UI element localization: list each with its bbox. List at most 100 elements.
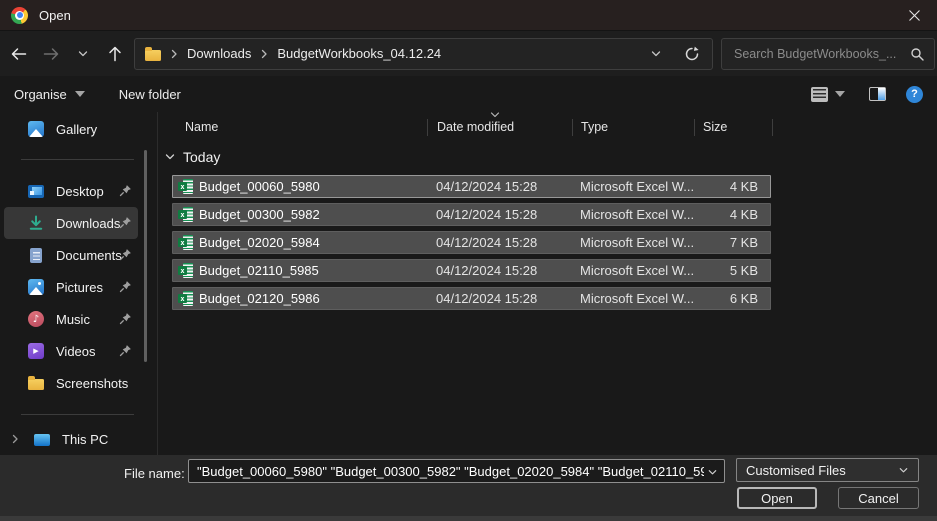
sidebar-item-pictures[interactable]: Pictures [4, 271, 138, 303]
search-input[interactable] [732, 46, 910, 62]
desktop-icon [28, 183, 44, 199]
navigation-bar: Downloads BudgetWorkbooks_04.12.24 [0, 30, 937, 76]
file-list: Name Date modified Type Size [158, 112, 937, 455]
sidebar-item-label: This PC [62, 432, 108, 447]
file-date-modified: 04/12/2024 15:28 [428, 235, 573, 250]
sidebar-item-screenshots[interactable]: Screenshots [4, 367, 138, 399]
file-name-cell: Budget_00300_5982 [173, 207, 428, 222]
open-file-dialog: Open Downloads BudgetWorkbooks_04 [0, 0, 937, 521]
search-icon[interactable] [910, 47, 924, 61]
sidebar-item-videos[interactable]: Videos [4, 335, 138, 367]
file-row[interactable]: Budget_00060_5980 04/12/2024 15:28 Micro… [172, 175, 771, 198]
close-button[interactable] [891, 0, 937, 30]
breadcrumb-controls [650, 46, 702, 62]
folder-icon [145, 50, 161, 61]
chevron-down-icon [898, 465, 909, 476]
file-name-dropdown-button[interactable] [707, 467, 718, 478]
organise-button[interactable]: Organise [14, 87, 85, 102]
downloads-icon [28, 215, 44, 231]
sidebar-item-label: Videos [56, 344, 96, 359]
file-name: Budget_00060_5980 [199, 179, 320, 194]
new-folder-button[interactable]: New folder [119, 87, 181, 102]
column-header-type[interactable]: Type [573, 112, 695, 142]
file-size: 4 KB [695, 179, 767, 194]
breadcrumb: Downloads BudgetWorkbooks_04.12.24 [134, 38, 713, 70]
toolbar-right [811, 86, 923, 103]
sidebar-item-gallery[interactable]: Gallery [4, 113, 138, 145]
sidebar-item-label: Screenshots [56, 376, 128, 391]
pin-icon [119, 312, 132, 325]
sidebar-item-desktop[interactable]: Desktop [4, 175, 138, 207]
list-view-icon [811, 87, 828, 102]
column-header-date-modified[interactable]: Date modified [428, 112, 573, 142]
up-arrow-icon [107, 45, 123, 63]
file-name: Budget_00300_5982 [199, 207, 320, 222]
footer-bar: File name: Customised Files Open Cancel [0, 455, 937, 521]
file-name-combobox [188, 459, 725, 483]
sidebar-item-label: Downloads [56, 216, 120, 231]
address-dropdown-button[interactable] [650, 48, 662, 60]
column-separator[interactable] [772, 119, 773, 136]
recent-locations-button[interactable] [70, 40, 96, 68]
file-size: 4 KB [695, 207, 767, 222]
breadcrumb-item-current-folder[interactable]: BudgetWorkbooks_04.12.24 [277, 46, 441, 61]
command-toolbar: Organise New folder [0, 76, 937, 112]
sidebar-item-downloads[interactable]: Downloads [4, 207, 138, 239]
sidebar-item-label: Music [56, 312, 90, 327]
dropdown-triangle-icon [75, 91, 85, 97]
sidebar-item-label: Pictures [56, 280, 103, 295]
file-date-modified: 04/12/2024 15:28 [428, 179, 573, 194]
file-name-cell: Budget_00060_5980 [173, 179, 428, 194]
file-name-cell: Budget_02110_5985 [173, 263, 428, 278]
chevron-down-icon [707, 467, 718, 478]
toolbar-left: Organise New folder [14, 87, 181, 102]
file-type: Microsoft Excel W... [573, 291, 695, 306]
file-name: Budget_02020_5984 [199, 235, 320, 250]
pin-icon [119, 248, 132, 261]
help-button[interactable] [906, 86, 923, 103]
sidebar-divider [21, 159, 134, 160]
forward-button[interactable] [38, 40, 64, 68]
column-label: Type [581, 120, 608, 134]
change-view-button[interactable] [811, 87, 845, 102]
open-button[interactable]: Open [737, 487, 817, 509]
file-size: 6 KB [695, 291, 767, 306]
excel-file-icon [178, 263, 193, 278]
column-header-size[interactable]: Size [695, 112, 773, 142]
group-header-today[interactable]: Today [164, 146, 937, 168]
sidebar-item-label: Gallery [56, 122, 97, 137]
file-name-label: File name: [124, 466, 185, 481]
file-type-selected-value: Customised Files [746, 463, 846, 478]
file-row[interactable]: Budget_00300_5982 04/12/2024 15:28 Micro… [172, 203, 771, 226]
file-row[interactable]: Budget_02020_5984 04/12/2024 15:28 Micro… [172, 231, 771, 254]
sidebar-divider [21, 414, 134, 415]
column-label: Name [185, 120, 218, 134]
preview-pane-button[interactable] [869, 87, 886, 101]
file-type-select[interactable]: Customised Files [736, 458, 919, 482]
cancel-button[interactable]: Cancel [838, 487, 919, 509]
file-date-modified: 04/12/2024 15:28 [428, 263, 573, 278]
group-label: Today [183, 149, 220, 165]
sidebar-scrollbar[interactable] [144, 150, 147, 362]
expand-chevron-icon[interactable] [10, 434, 20, 444]
file-size: 7 KB [695, 235, 767, 250]
sidebar-item-this-pc[interactable]: This PC [4, 423, 138, 455]
column-headers: Name Date modified Type Size [172, 112, 773, 142]
file-row[interactable]: Budget_02110_5985 04/12/2024 15:28 Micro… [172, 259, 771, 282]
pin-icon [119, 344, 132, 357]
back-button[interactable] [6, 40, 32, 68]
videos-icon [28, 343, 44, 359]
file-row[interactable]: Budget_02120_5986 04/12/2024 15:28 Micro… [172, 287, 771, 310]
refresh-button[interactable] [684, 46, 700, 62]
breadcrumb-item-downloads[interactable]: Downloads [187, 46, 251, 61]
file-name-cell: Budget_02020_5984 [173, 235, 428, 250]
column-header-name[interactable]: Name [172, 112, 428, 142]
up-button[interactable] [102, 40, 128, 68]
pin-icon [119, 184, 132, 197]
chevron-right-icon [259, 49, 269, 59]
sidebar-item-documents[interactable]: Documents [4, 239, 138, 271]
sidebar-item-music[interactable]: Music [4, 303, 138, 335]
chrome-icon [11, 7, 28, 24]
excel-file-icon [178, 291, 193, 306]
file-name-input[interactable] [189, 464, 724, 479]
